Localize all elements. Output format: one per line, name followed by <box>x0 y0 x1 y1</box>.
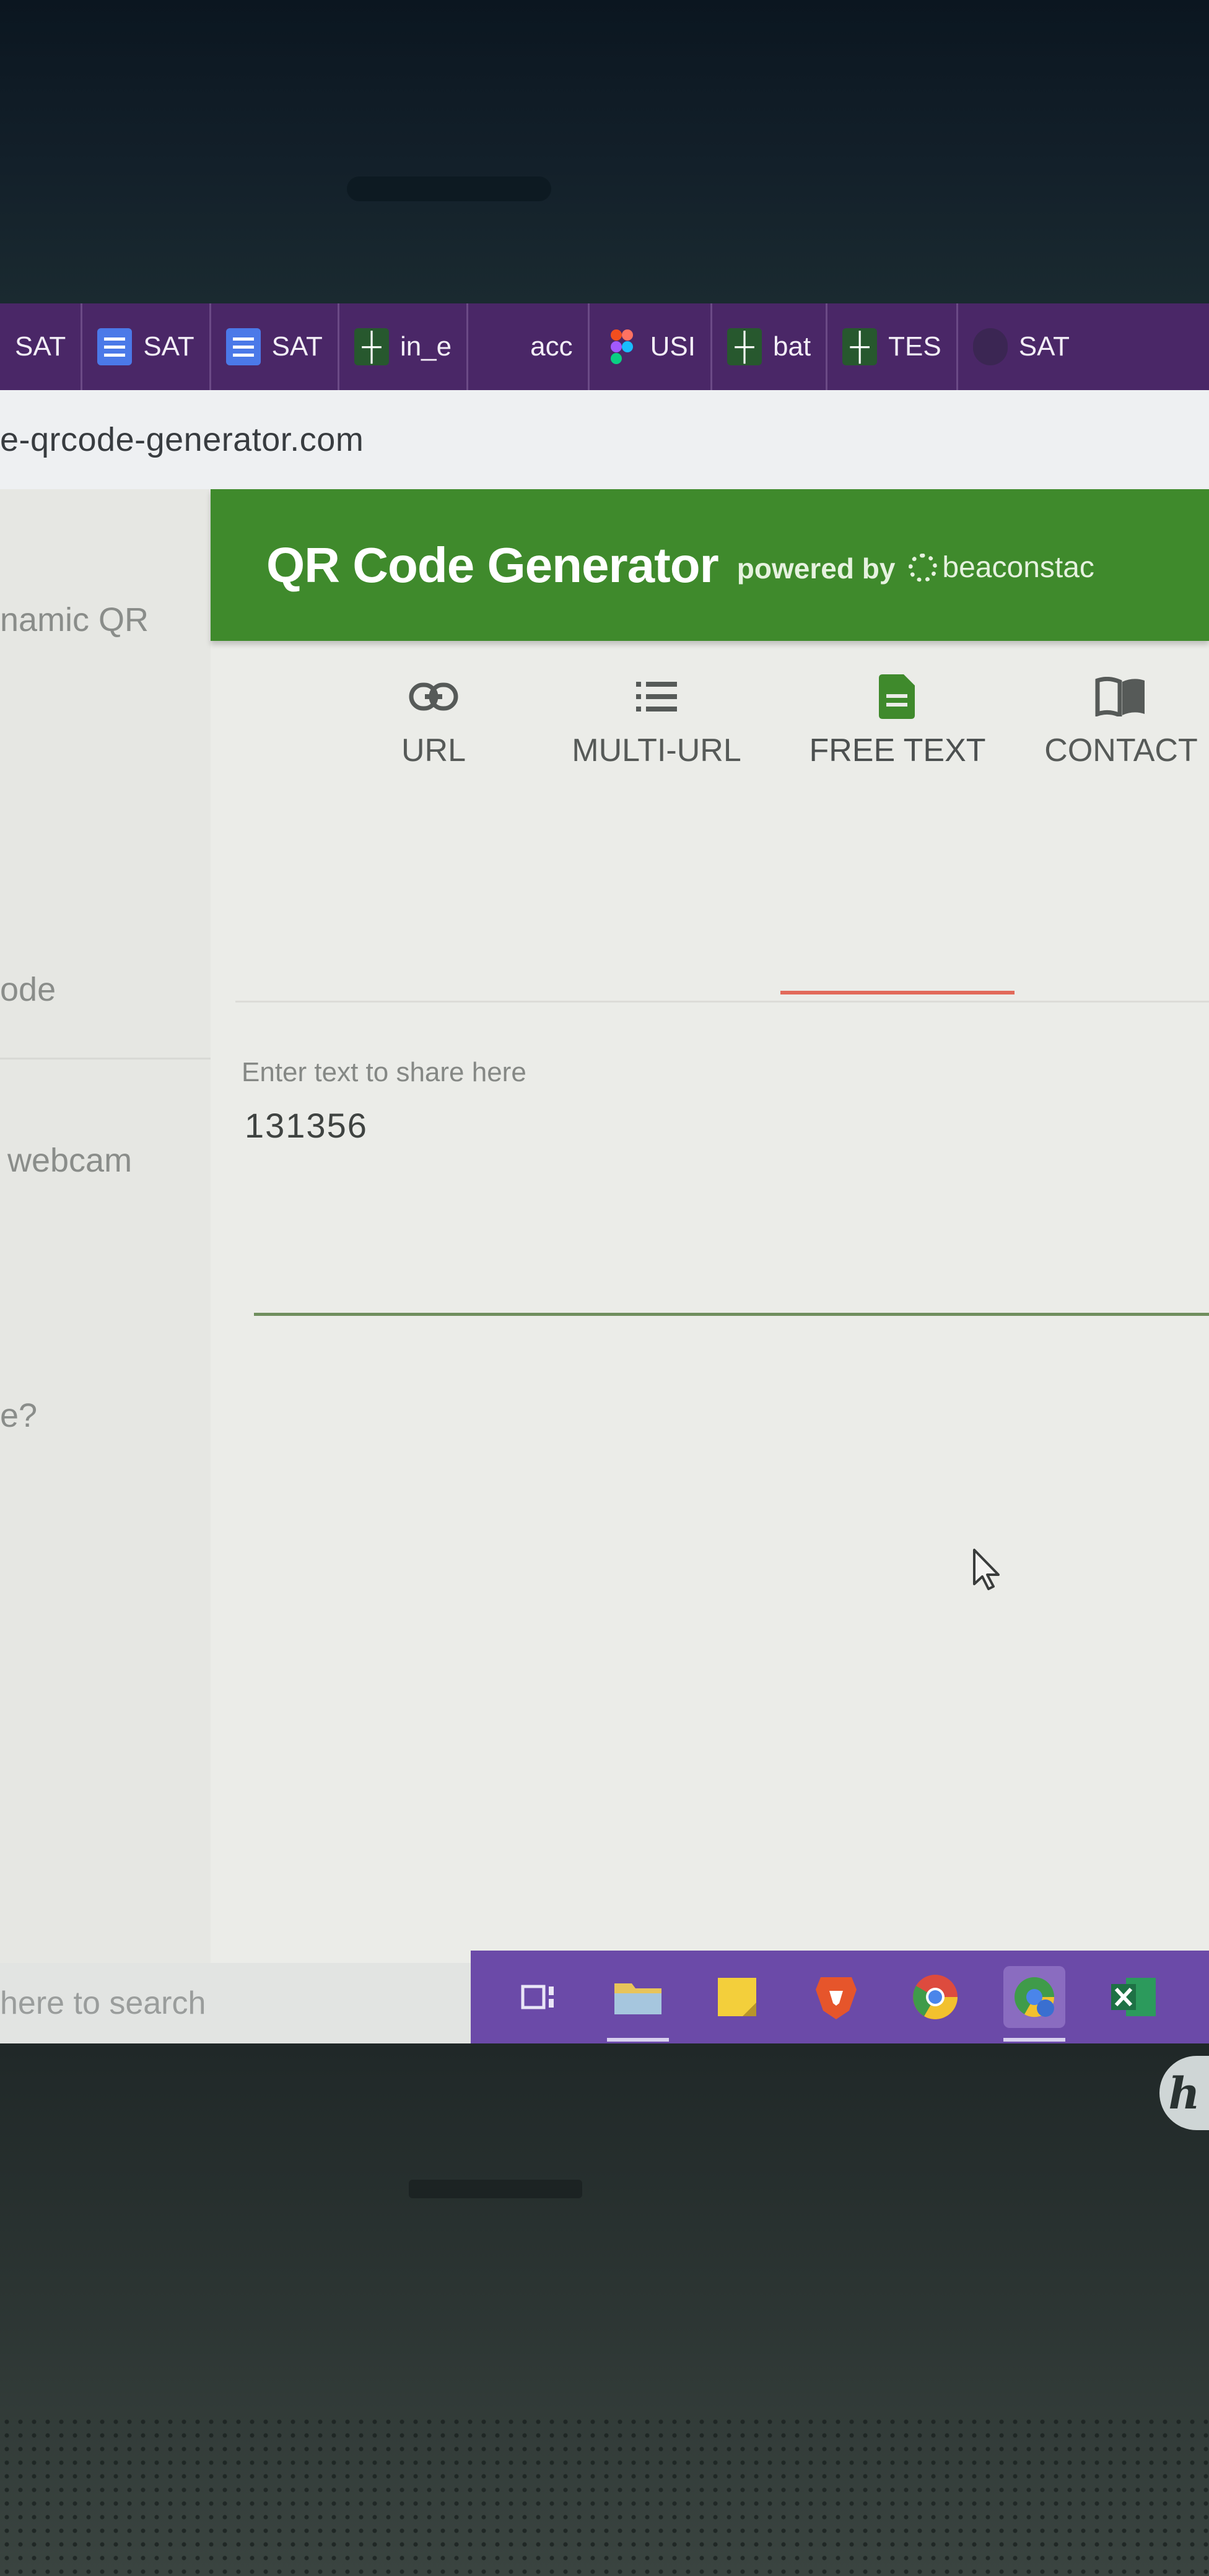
active-app-indicator <box>607 2038 669 2042</box>
tab-free-text[interactable]: FREE TEXT <box>786 669 1009 830</box>
bookmark-label: SAT <box>15 331 66 362</box>
file-explorer-icon[interactable] <box>607 1966 669 2042</box>
bookmark-label: SAT <box>143 331 194 362</box>
bookmark-label: TES <box>888 331 941 362</box>
address-bar[interactable]: e-qrcode-generator.com <box>0 390 1209 491</box>
link-icon <box>322 669 545 724</box>
tab-label: FREE TEXT <box>809 733 986 768</box>
active-tab-indicator <box>780 991 1015 994</box>
laptop-hinge <box>409 2180 582 2198</box>
qr-generator-panel: QR Code Generator powered by beaconstac … <box>211 489 1209 2043</box>
tab-contact[interactable]: CONTACT <box>1010 669 1209 830</box>
sidebar-item-dynamic-qr[interactable]: namic QR <box>0 601 149 639</box>
bookmark-label: USI <box>650 331 696 362</box>
free-text-underline <box>254 1313 1209 1316</box>
tab-label: MULTI-URL <box>572 733 741 768</box>
taskbar-search-input[interactable]: here to search <box>0 1963 471 2043</box>
bookmarks-bar: SAT SAT SAT ┼ in_e acc USI ┼ bat ┼ TES S… <box>0 303 1209 390</box>
book-icon <box>1010 669 1209 724</box>
bookmark-label: bat <box>772 331 811 362</box>
chrome-icon[interactable] <box>904 1966 966 2028</box>
generator-header: QR Code Generator powered by beaconstac <box>211 489 1209 641</box>
google-docs-icon <box>225 328 261 365</box>
free-text-label: Enter text to share here <box>242 1057 526 1087</box>
screen: SAT SAT SAT ┼ in_e acc USI ┼ bat ┼ TES S… <box>0 303 1209 2043</box>
divider <box>0 1058 217 1060</box>
tab-url[interactable]: URL <box>322 669 545 830</box>
bookmark-5[interactable]: acc <box>468 303 590 390</box>
excel-icon[interactable] <box>1102 1966 1164 2028</box>
tab-label: CONTACT <box>1044 733 1198 768</box>
divider <box>235 1001 1209 1003</box>
bookmark-7[interactable]: ┼ bat <box>712 303 828 390</box>
figma-icon <box>604 328 639 365</box>
document-icon <box>786 669 1009 724</box>
taskbar <box>471 1951 1209 2043</box>
bookmark-label: SAT <box>1018 331 1070 362</box>
url-text: e-qrcode-generator.com <box>0 421 364 458</box>
sidebar-item-question[interactable]: e? <box>0 1396 37 1435</box>
brand-link[interactable]: beaconstac <box>909 550 1094 585</box>
sticky-notes-icon[interactable] <box>706 1966 768 2028</box>
bookmark-label: SAT <box>271 331 323 362</box>
search-placeholder: here to search <box>0 1985 206 2021</box>
shield-icon <box>972 328 1008 365</box>
google-docs-icon <box>97 328 133 365</box>
page-title: QR Code Generator <box>266 537 719 593</box>
tree-icon: ┼ <box>842 328 878 365</box>
bookmark-8[interactable]: ┼ TES <box>827 303 958 390</box>
bookmark-2[interactable]: SAT <box>82 303 211 390</box>
powered-by-text: powered by <box>736 552 896 585</box>
tab-multi-url[interactable]: MULTI-URL <box>545 669 768 830</box>
bookmark-4[interactable]: ┼ in_e <box>339 303 469 390</box>
sidebar-item-webcam[interactable]: webcam <box>7 1141 132 1180</box>
speaker-grill <box>0 2415 1209 2576</box>
active-app-indicator <box>1003 2038 1065 2042</box>
bookmark-3[interactable]: SAT <box>211 303 339 390</box>
bookmark-1[interactable]: SAT <box>0 303 83 390</box>
bookmark-9[interactable]: SAT <box>958 303 1085 390</box>
webcam-strip <box>347 176 551 201</box>
bookmark-6[interactable]: USI <box>590 303 712 390</box>
list-icon <box>545 669 768 724</box>
monitor-top-bezel <box>0 0 1209 303</box>
bookmark-label: acc <box>530 331 573 362</box>
chrome-profile-icon[interactable] <box>1003 1966 1065 2042</box>
beaconstac-logo-icon <box>909 553 938 582</box>
tab-label: URL <box>401 733 466 768</box>
task-view-icon[interactable] <box>508 1966 570 2028</box>
brand-name: beaconstac <box>942 551 1094 584</box>
left-sidebar: namic QR ode webcam e? <box>0 489 223 2043</box>
bookmark-label: in_e <box>399 331 452 362</box>
tree-icon: ┼ <box>354 328 389 365</box>
tree-icon: ┼ <box>727 328 762 365</box>
free-text-input[interactable]: 131356 <box>245 1105 368 1146</box>
sidebar-item-code[interactable]: ode <box>0 970 56 1009</box>
brave-browser-icon[interactable] <box>805 1966 867 2028</box>
mouse-cursor-icon <box>972 1548 1003 1595</box>
